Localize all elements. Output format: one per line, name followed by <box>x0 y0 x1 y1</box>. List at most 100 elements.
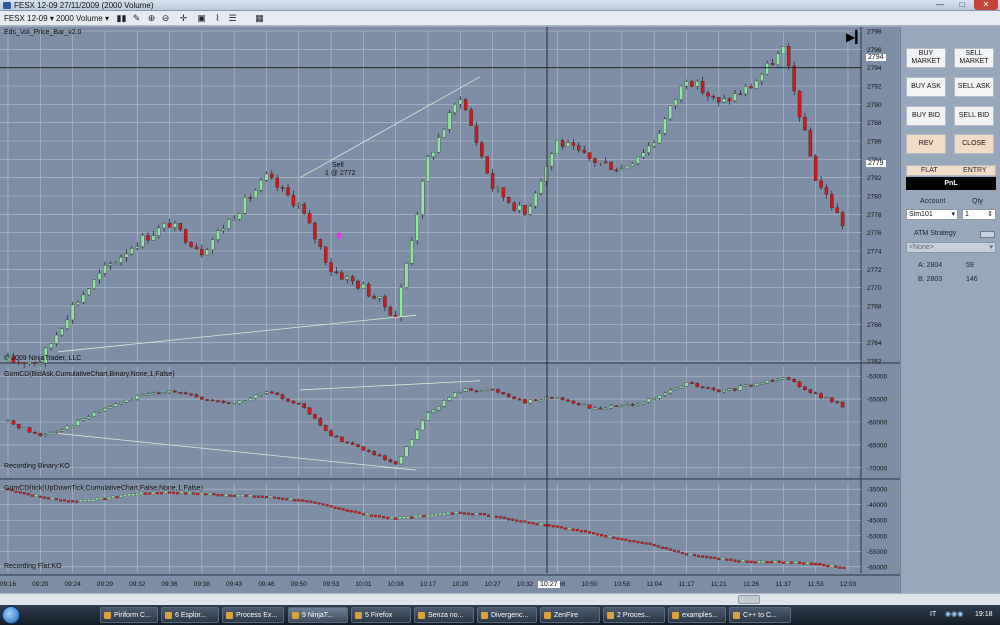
candle-body <box>313 222 317 240</box>
account-select[interactable]: Sim101 ▾ <box>906 209 958 220</box>
task-process[interactable]: 2 Proces... <box>603 607 665 623</box>
tick-mark <box>410 516 414 519</box>
zoom-out-icon[interactable]: ⊖ <box>160 13 171 24</box>
scrollbar-thumb[interactable] <box>738 595 760 604</box>
candle-body <box>388 306 393 316</box>
chart-toolbar: FESX 12-09 ▾ 2000 Volume ▾ ▮▮ ✎ ⊕ ⊖ ✛ ▣ … <box>0 11 1000 26</box>
candle-body <box>463 99 468 110</box>
candle-body <box>458 99 463 105</box>
candle-body <box>722 389 727 393</box>
sell-market-button[interactable]: SELL MARKET <box>954 48 994 68</box>
task-firefox[interactable]: 5 Firefox <box>351 607 411 623</box>
task-notepad[interactable]: Senza no... <box>414 607 474 623</box>
candle-body <box>609 162 613 171</box>
language-indicator[interactable]: IT <box>930 605 936 625</box>
task-explorer[interactable]: 6 Esplor... <box>161 607 219 623</box>
indicators-icon[interactable]: ⌇ <box>212 13 223 24</box>
tick-mark <box>511 518 515 521</box>
tick-mark <box>600 534 604 537</box>
candle-body <box>194 246 199 250</box>
atm-config-icon[interactable] <box>980 231 995 238</box>
candle-body <box>797 381 802 388</box>
account-value: Sim101 <box>909 211 933 218</box>
chevron-down-icon: ▾ <box>951 211 955 218</box>
tick-mark <box>357 511 361 514</box>
tick-mark <box>224 493 228 497</box>
minimize-button[interactable]: — <box>930 0 950 10</box>
candle-body <box>582 149 586 153</box>
reverse-button[interactable]: REV <box>906 134 946 154</box>
task-examples[interactable]: examples... <box>668 607 726 623</box>
task-process-explorer[interactable]: Process Ex... <box>222 607 284 623</box>
candle-body <box>528 399 533 404</box>
candle-body <box>97 273 102 280</box>
tick-mark <box>285 498 289 501</box>
sell-bid-button[interactable]: SELL BID <box>954 106 994 126</box>
buy-bid-button[interactable]: BUY BID <box>906 106 946 126</box>
candle-body <box>318 418 323 426</box>
chart-canvas[interactable]: 2762 2764 2766 2768 2770 2772 2774 2776 2778 2780… <box>0 27 900 593</box>
task-piriform[interactable]: Piriform C... <box>100 607 158 623</box>
candle-body <box>555 397 560 399</box>
qty-stepper[interactable]: 1 ⇕ <box>962 209 996 220</box>
tick-mark <box>713 556 717 560</box>
close-button[interactable]: ✕ <box>974 0 998 10</box>
tick-mark <box>563 527 567 530</box>
buy-market-button[interactable]: BUY MARKET <box>906 48 946 68</box>
y-tick-label: 2794 <box>867 65 882 72</box>
interval-value: 2000 Volume <box>56 14 103 23</box>
task-ninjatrader[interactable]: 9 NinjaT... <box>288 607 348 623</box>
maximize-button[interactable]: □ <box>952 0 972 10</box>
task-divergence[interactable]: Divergenc... <box>477 607 537 623</box>
candle-body <box>474 125 479 143</box>
x-tick-label: 09:46 <box>258 581 275 588</box>
tray-icons[interactable]: ◉◉◉ <box>945 610 970 620</box>
tick-mark <box>523 520 527 523</box>
task-zenfire[interactable]: ZenFire <box>540 607 600 623</box>
close-position-button[interactable]: CLOSE <box>954 134 994 154</box>
candle-body <box>350 276 355 282</box>
sell-ask-button[interactable]: SELL ASK <box>954 77 994 97</box>
chart-area[interactable]: 2762 2764 2766 2768 2770 2772 2774 2776 2778 2780… <box>0 27 900 593</box>
bar-type-icon[interactable]: ▮▮ <box>116 13 127 24</box>
tick-mark <box>834 565 838 568</box>
chevron-down-icon: ▾ <box>49 14 54 23</box>
candle-body <box>129 399 134 401</box>
candle-body <box>636 403 640 406</box>
candle-body <box>162 223 166 229</box>
candle-body <box>727 388 732 391</box>
draw-icon[interactable]: ✎ <box>131 13 142 24</box>
scroll-to-end-icon[interactable]: ▶▎ <box>846 30 864 44</box>
instrument-select[interactable]: FESX 12-09 ▾ <box>4 13 54 24</box>
candle-body <box>517 205 522 211</box>
candle-body <box>43 434 48 437</box>
crosshair-icon[interactable]: ✛ <box>178 13 189 24</box>
interval-select[interactable]: 2000 Volume ▾ <box>56 13 114 24</box>
candle-body <box>404 263 409 288</box>
candle-body <box>119 257 123 263</box>
tick-mark <box>192 492 196 495</box>
candle-body <box>630 404 635 406</box>
atm-strategy-select[interactable]: <None> ▾ <box>906 242 996 253</box>
account-label: Account <box>920 198 946 205</box>
candle-body <box>765 380 770 384</box>
tick-mark <box>826 564 830 568</box>
start-button[interactable] <box>2 606 20 624</box>
task-cpp-converter[interactable]: C++ to C... <box>729 607 791 623</box>
stepper-icon[interactable]: ⇕ <box>987 210 995 219</box>
candle-body <box>205 399 210 401</box>
horizontal-scrollbar[interactable] <box>0 593 1000 605</box>
zoom-in-icon[interactable]: ⊕ <box>146 13 157 24</box>
strategies-icon[interactable]: ☰ <box>227 13 238 24</box>
tick-mark <box>583 530 587 533</box>
candle-body <box>226 402 231 404</box>
candle-body <box>776 378 780 381</box>
properties-icon[interactable]: ▣ <box>196 13 207 24</box>
tick-mark <box>729 558 733 561</box>
candle-body <box>200 248 204 256</box>
tick-mark <box>111 495 115 498</box>
data-box-icon[interactable]: ▦ <box>254 13 265 24</box>
buy-ask-button[interactable]: BUY ASK <box>906 77 946 97</box>
candle-body <box>296 402 301 405</box>
entry-label: ENTRY <box>963 167 987 174</box>
